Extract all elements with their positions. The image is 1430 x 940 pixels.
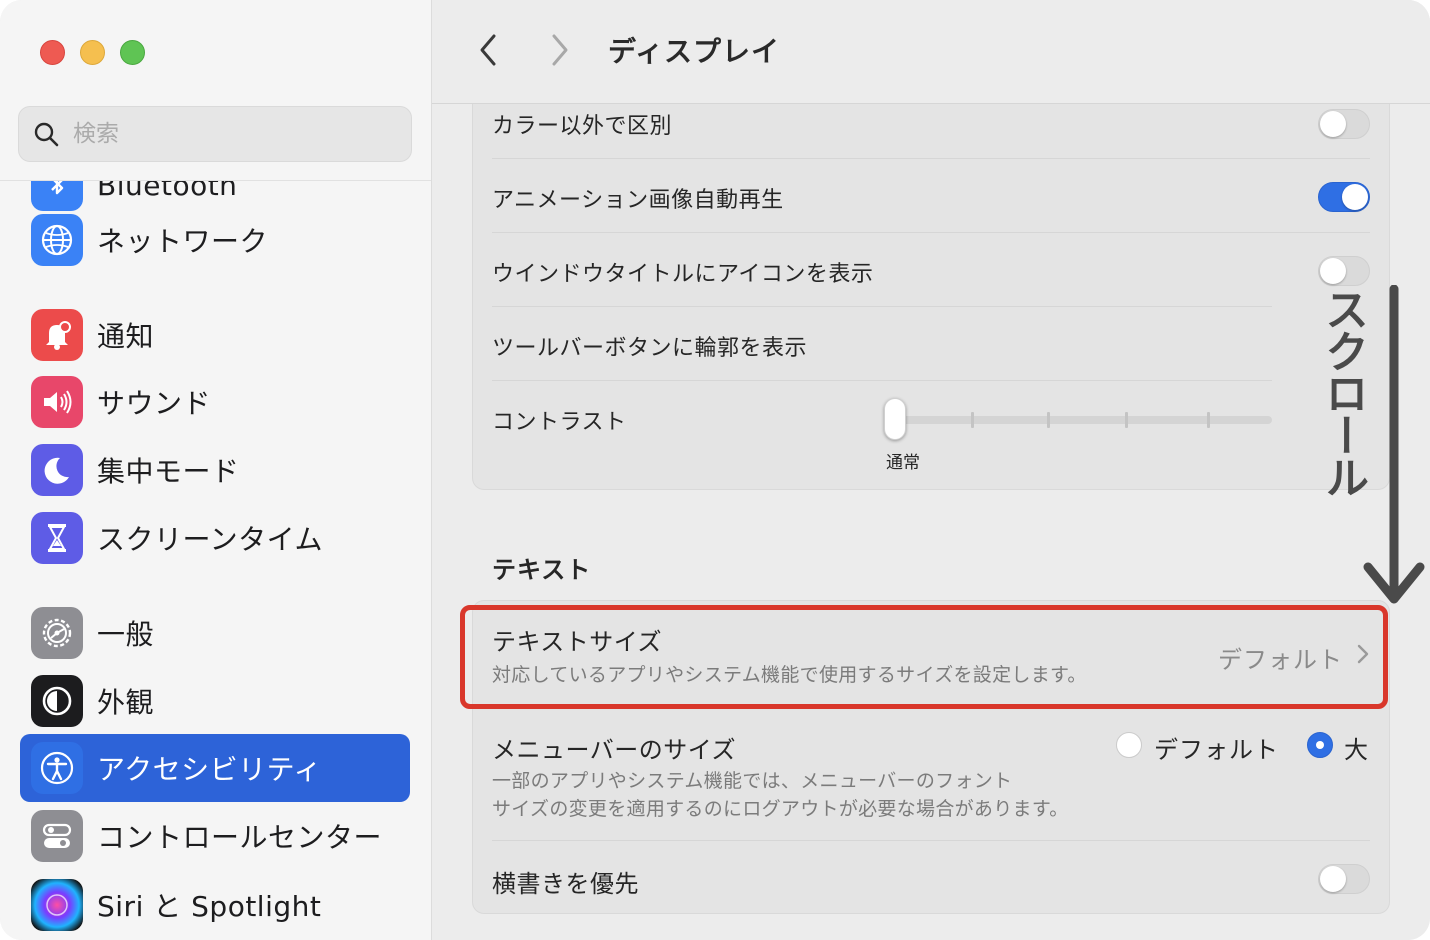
row-description: 一部のアプリやシステム機能では、メニューバーのフォント	[492, 770, 1013, 792]
show-window-title-icons-toggle[interactable]	[1318, 256, 1370, 286]
slider-tick	[1047, 412, 1050, 428]
row-label: アニメーション画像自動再生	[492, 188, 784, 213]
slider-tick	[1207, 412, 1210, 428]
row-divider	[492, 306, 1272, 307]
sidebar-item-label: ネットワーク	[97, 225, 269, 258]
row-autoplay-animated-images: アニメーション画像自動再生	[492, 182, 1370, 213]
sidebar: Bluetooth ネットワーク	[0, 0, 432, 940]
minimize-button[interactable]	[80, 40, 105, 65]
radio-label[interactable]: 大	[1344, 730, 1369, 765]
toolbar: ディスプレイ	[432, 0, 1430, 104]
menubar-size-default-radio[interactable]	[1116, 732, 1142, 758]
sidebar-item-focus[interactable]: 集中モード	[20, 436, 410, 504]
control-center-icon	[31, 810, 83, 862]
globe-icon	[31, 214, 83, 266]
search-input[interactable]	[73, 121, 373, 147]
traffic-lights	[40, 40, 145, 65]
chevron-right-icon[interactable]	[1356, 643, 1370, 665]
menubar-size-large-radio[interactable]	[1307, 732, 1333, 758]
scroll-arrow-icon	[1363, 285, 1425, 604]
slider-tick	[1125, 412, 1128, 428]
sidebar-item-label: コントロールセンター	[97, 821, 383, 854]
moon-icon	[31, 444, 83, 496]
sidebar-list: Bluetooth ネットワーク 通知 サウンド 集中モード スクリーンタイム …	[0, 181, 431, 940]
sidebar-item-network[interactable]: ネットワーク	[20, 206, 410, 274]
row-divider	[492, 158, 1370, 159]
zoom-button[interactable]	[120, 40, 145, 65]
row-prefer-horizontal-text: 横書きを優先	[492, 864, 1370, 898]
sidebar-item-label: サウンド	[97, 387, 212, 420]
sidebar-item-label: 集中モード	[97, 455, 240, 488]
hourglass-icon	[31, 512, 83, 564]
sidebar-item-label: Bluetooth	[97, 181, 238, 202]
search-field[interactable]	[18, 106, 412, 162]
appearance-icon	[31, 675, 83, 727]
sidebar-item-general[interactable]: 一般	[20, 599, 410, 667]
row-label: ウインドウタイトルにアイコンを表示	[492, 262, 874, 287]
forward-button[interactable]	[540, 28, 580, 72]
search-icon	[34, 122, 59, 147]
row-label: ツールバーボタンに輪郭を表示	[492, 336, 808, 361]
accessibility-icon	[31, 742, 83, 794]
contrast-slider-thumb[interactable]	[884, 398, 906, 440]
gear-icon	[31, 607, 83, 659]
back-button[interactable]	[468, 28, 508, 72]
radio-label[interactable]: デフォルト	[1154, 730, 1279, 765]
sidebar-item-appearance[interactable]: 外観	[20, 667, 410, 735]
row-label: 横書きを優先	[492, 870, 639, 898]
row-divider	[492, 232, 1370, 233]
row-description: 対応しているアプリやシステム機能で使用するサイズを設定します。	[492, 664, 1087, 686]
sidebar-item-label: スクリーンタイム	[97, 523, 324, 556]
sidebar-item-label: 外観	[97, 686, 155, 719]
contrast-slider-track[interactable]	[902, 416, 1272, 424]
sidebar-item-label: 一般	[97, 618, 155, 651]
sidebar-item-label: 通知	[97, 320, 155, 353]
autoplay-animated-images-toggle[interactable]	[1318, 182, 1370, 212]
row-label: カラー以外で区別	[492, 114, 673, 139]
slider-tick	[971, 412, 974, 428]
row-label: メニューバーのサイズ	[492, 736, 737, 764]
bell-icon	[31, 309, 83, 361]
page-title: ディスプレイ	[608, 35, 781, 68]
contrast-slider-caption: 通常	[886, 453, 920, 473]
scroll-annotation-label: スクロール	[1317, 287, 1368, 497]
row-divider	[492, 840, 1370, 841]
settings-window: Bluetooth ネットワーク	[0, 0, 1430, 940]
sidebar-item-notifications[interactable]: 通知	[20, 301, 410, 369]
prefer-horizontal-text-toggle[interactable]	[1318, 864, 1370, 894]
row-description: サイズの変更を適用するのにログアウトが必要な場合があります。	[492, 798, 1069, 820]
main-panel: ディスプレイ カラー以外で区別 アニメーション画像自動再生 ウインドウタイトルに…	[432, 0, 1430, 940]
chevron-right-icon	[552, 34, 568, 66]
sidebar-item-siri-spotlight[interactable]: Siri と Spotlight	[20, 871, 410, 939]
sidebar-item-sound[interactable]: サウンド	[20, 368, 410, 436]
differentiate-without-color-toggle[interactable]	[1318, 109, 1370, 139]
siri-icon	[31, 879, 83, 931]
row-divider	[492, 380, 1272, 381]
row-differentiate-without-color: カラー以外で区別	[492, 108, 1370, 139]
row-label: テキストサイズ	[492, 628, 663, 656]
row-show-toolbar-button-shapes: ツールバーボタンに輪郭を表示	[492, 330, 1370, 361]
sidebar-item-label: Siri と Spotlight	[97, 890, 322, 923]
sidebar-item-accessibility[interactable]: アクセシビリティ	[20, 734, 410, 802]
section-title-text: テキスト	[492, 556, 592, 584]
sidebar-item-screen-time[interactable]: スクリーンタイム	[20, 504, 410, 572]
sidebar-item-control-center[interactable]: コントロールセンター	[20, 802, 410, 870]
row-show-window-title-icons: ウインドウタイトルにアイコンを表示	[492, 256, 1370, 287]
close-button[interactable]	[40, 40, 65, 65]
chevron-left-icon	[480, 34, 496, 66]
text-size-value[interactable]: デフォルト	[1218, 640, 1343, 675]
sidebar-item-label: アクセシビリティ	[97, 753, 322, 786]
row-label: コントラスト	[492, 410, 627, 435]
speaker-icon	[31, 376, 83, 428]
